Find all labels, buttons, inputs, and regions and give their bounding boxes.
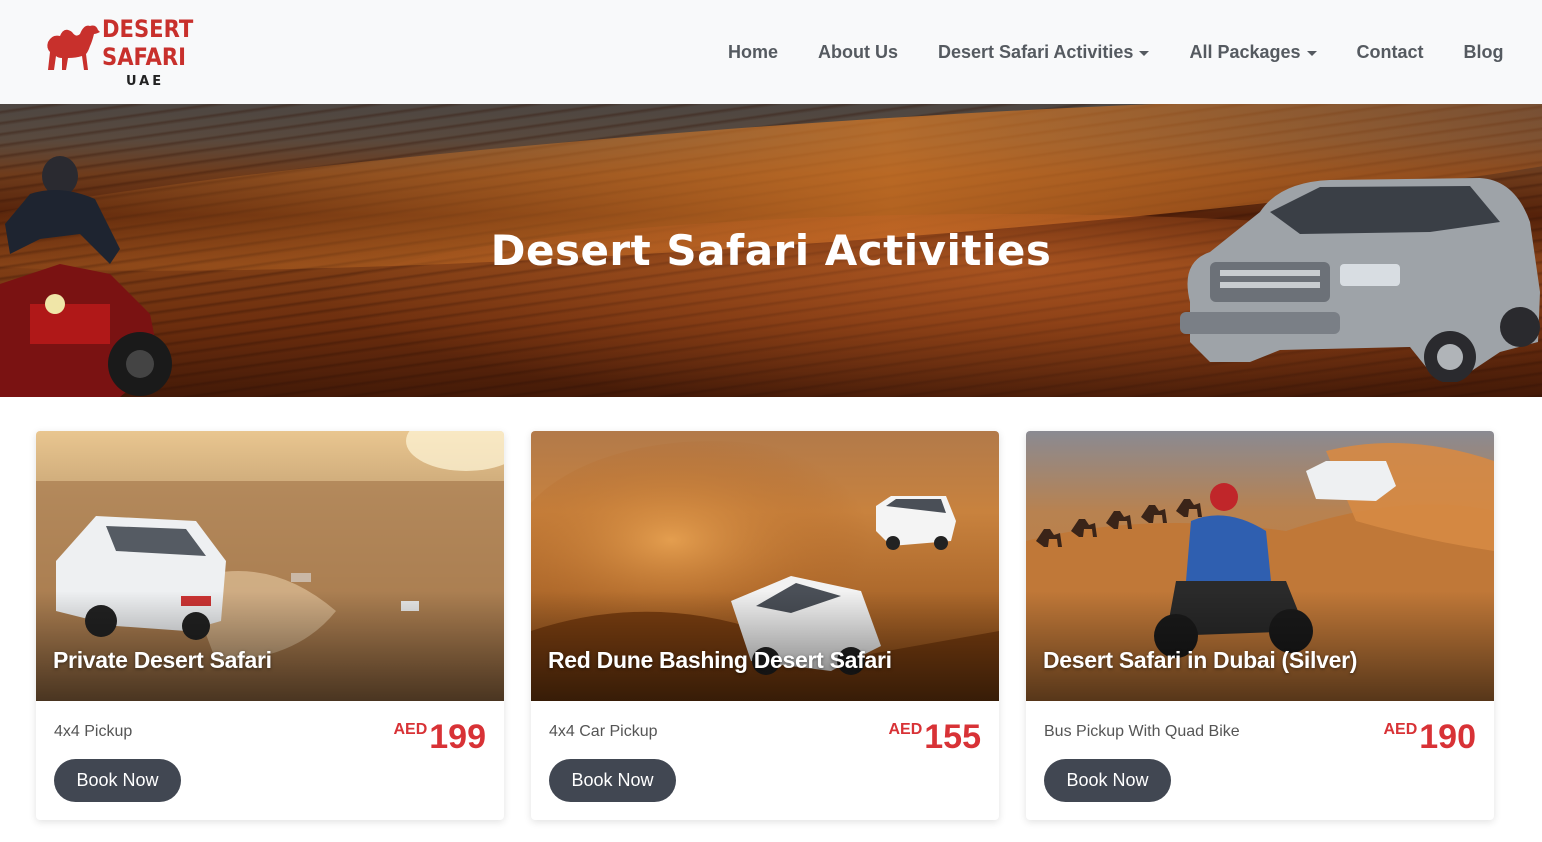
chevron-down-icon <box>1139 50 1150 56</box>
nav-blog-label: Blog <box>1463 41 1504 62</box>
card-image-silver-safari: Desert Safari in Dubai (Silver) <box>1026 431 1494 701</box>
card-title: Red Dune Bashing Desert Safari <box>548 647 892 673</box>
card-subtitle: 4x4 Pickup <box>54 723 133 740</box>
brand-line-1: DESERT <box>102 15 194 43</box>
nav-about-us[interactable]: About Us <box>798 42 918 63</box>
book-now-button[interactable]: Book Now <box>54 759 181 802</box>
card-image-red-dune: Red Dune Bashing Desert Safari <box>531 431 999 701</box>
nav-all-packages[interactable]: All Packages <box>1169 42 1336 63</box>
card-price: AED 199 <box>393 718 486 756</box>
brand-line-3: UAE <box>126 74 165 89</box>
navbar: DESERT SAFARI UAE Home About Us Desert S… <box>0 0 1542 104</box>
price-currency: AED <box>888 721 923 738</box>
hero-banner: Desert Safari Activities <box>0 104 1542 397</box>
brand-logo[interactable]: DESERT SAFARI UAE <box>40 14 194 90</box>
card-title: Private Desert Safari <box>53 647 272 673</box>
price-value: 199 <box>429 718 486 756</box>
card-image-shade <box>1026 591 1494 701</box>
price-currency: AED <box>393 721 428 738</box>
card-image-shade <box>36 591 504 701</box>
card-price: AED 155 <box>888 718 981 756</box>
main-nav: Home About Us Desert Safari Activities A… <box>708 0 1524 104</box>
camel-icon <box>47 25 100 70</box>
nav-home-label: Home <box>728 41 779 62</box>
suv-image <box>1180 178 1540 382</box>
package-card[interactable]: Desert Safari in Dubai (Silver) Bus Pick… <box>1026 431 1494 820</box>
nav-contact-label: Contact <box>1356 41 1424 62</box>
hero-title: Desert Safari Activities <box>490 226 1052 275</box>
price-value: 190 <box>1419 718 1476 756</box>
nav-about-label: About Us <box>818 41 899 62</box>
nav-packages-label: All Packages <box>1189 41 1301 62</box>
chevron-down-icon <box>1306 50 1317 56</box>
nav-contact[interactable]: Contact <box>1337 42 1444 63</box>
card-image-shade <box>531 591 999 701</box>
brand-line-2: SAFARI <box>102 43 187 71</box>
nav-desert-safari-activities[interactable]: Desert Safari Activities <box>918 42 1169 63</box>
quad-bike-rider-image <box>0 156 172 397</box>
price-value: 155 <box>924 718 981 756</box>
nav-activities-label: Desert Safari Activities <box>938 41 1134 62</box>
nav-home[interactable]: Home <box>708 42 798 63</box>
card-subtitle: Bus Pickup With Quad Bike <box>1044 723 1240 740</box>
book-now-button[interactable]: Book Now <box>549 759 676 802</box>
card-image-private-safari: Private Desert Safari <box>36 431 504 701</box>
package-card[interactable]: Red Dune Bashing Desert Safari 4x4 Car P… <box>531 431 999 820</box>
price-currency: AED <box>1383 721 1418 738</box>
card-subtitle: 4x4 Car Pickup <box>549 723 658 740</box>
card-title: Desert Safari in Dubai (Silver) <box>1043 647 1358 673</box>
nav-blog[interactable]: Blog <box>1444 42 1524 63</box>
book-now-button[interactable]: Book Now <box>1044 759 1171 802</box>
package-card[interactable]: Private Desert Safari 4x4 Pickup AED 199… <box>36 431 504 820</box>
card-price: AED 190 <box>1383 718 1476 756</box>
